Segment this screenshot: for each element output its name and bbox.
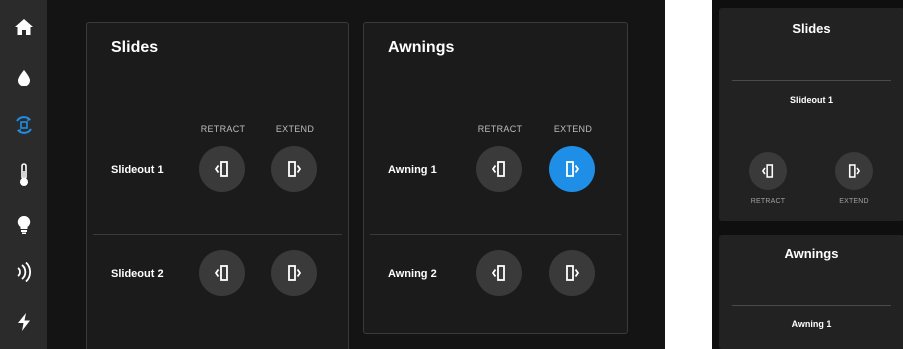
awning-2-label: Awning 2 bbox=[388, 268, 437, 280]
slideout-1-retract-button[interactable] bbox=[199, 146, 245, 192]
tablet-screen: Slides RETRACT EXTEND Slideout 1 Slideou… bbox=[0, 0, 665, 349]
slides-title: Slides bbox=[111, 39, 159, 56]
awning-2-retract-button[interactable] bbox=[476, 250, 522, 296]
slides-divider bbox=[93, 234, 342, 235]
mobile-slides-title: Slides bbox=[792, 21, 831, 36]
mobile-awnings-title: Awnings bbox=[784, 246, 839, 261]
slideout-2-retract-button[interactable] bbox=[199, 250, 245, 296]
mobile-slides-card: Slides Slideout 1 RETRACT EXTEND bbox=[719, 8, 903, 221]
slideout-1-extend-button[interactable] bbox=[271, 146, 317, 192]
awning-1-extend-button[interactable] bbox=[549, 146, 595, 192]
awning-2-extend-button[interactable] bbox=[549, 250, 595, 296]
retract-icon bbox=[215, 265, 228, 281]
extend-icon bbox=[566, 265, 579, 281]
mobile-slideout-1-label: Slideout 1 bbox=[789, 95, 833, 105]
retract-icon bbox=[215, 161, 228, 177]
extend-icon bbox=[288, 265, 301, 281]
awnings-panel: Awnings RETRACT EXTEND Awning 1 Awning 2 bbox=[363, 22, 628, 334]
sidebar bbox=[0, 0, 47, 349]
awnings-title: Awnings bbox=[388, 39, 455, 56]
slideout-1-label: Slideout 1 bbox=[111, 164, 164, 176]
mobile-slideout-1-extend-button[interactable] bbox=[835, 152, 873, 190]
mobile-slideout-1-retract-button[interactable] bbox=[749, 152, 787, 190]
bolt-icon[interactable] bbox=[0, 307, 47, 337]
phone-screen: Slides Slideout 1 RETRACT EXTEND Awnings… bbox=[712, 0, 903, 349]
retract-icon bbox=[492, 265, 505, 281]
awnings-extend-header: EXTEND bbox=[553, 124, 593, 134]
mobile-awnings-divider bbox=[732, 305, 891, 306]
mobile-awning-1-label: Awning 1 bbox=[791, 319, 832, 329]
extend-icon bbox=[288, 161, 301, 177]
extend-icon bbox=[848, 164, 860, 178]
signal-icon[interactable] bbox=[0, 257, 47, 287]
mobile-extend-label: EXTEND bbox=[839, 198, 869, 205]
awning-1-retract-button[interactable] bbox=[476, 146, 522, 192]
slides-awnings-icon[interactable] bbox=[0, 110, 47, 140]
awnings-divider bbox=[370, 234, 621, 235]
slides-panel: Slides RETRACT EXTEND Slideout 1 Slideou… bbox=[86, 22, 349, 349]
water-drop-icon[interactable] bbox=[0, 63, 47, 93]
mobile-retract-label: RETRACT bbox=[750, 198, 786, 205]
awning-1-label: Awning 1 bbox=[388, 164, 437, 176]
mobile-awnings-card: Awnings Awning 1 bbox=[719, 235, 903, 349]
extend-icon bbox=[566, 161, 579, 177]
slideout-2-label: Slideout 2 bbox=[111, 268, 164, 280]
awnings-retract-header: RETRACT bbox=[477, 124, 523, 134]
light-bulb-icon[interactable] bbox=[0, 210, 47, 240]
retract-icon bbox=[492, 161, 505, 177]
mobile-slides-divider bbox=[732, 80, 891, 81]
home-icon[interactable] bbox=[0, 12, 47, 42]
thermometer-icon[interactable] bbox=[0, 160, 47, 190]
slides-extend-header: EXTEND bbox=[275, 124, 315, 134]
slides-retract-header: RETRACT bbox=[200, 124, 246, 134]
slideout-2-extend-button[interactable] bbox=[271, 250, 317, 296]
retract-icon bbox=[762, 164, 774, 178]
